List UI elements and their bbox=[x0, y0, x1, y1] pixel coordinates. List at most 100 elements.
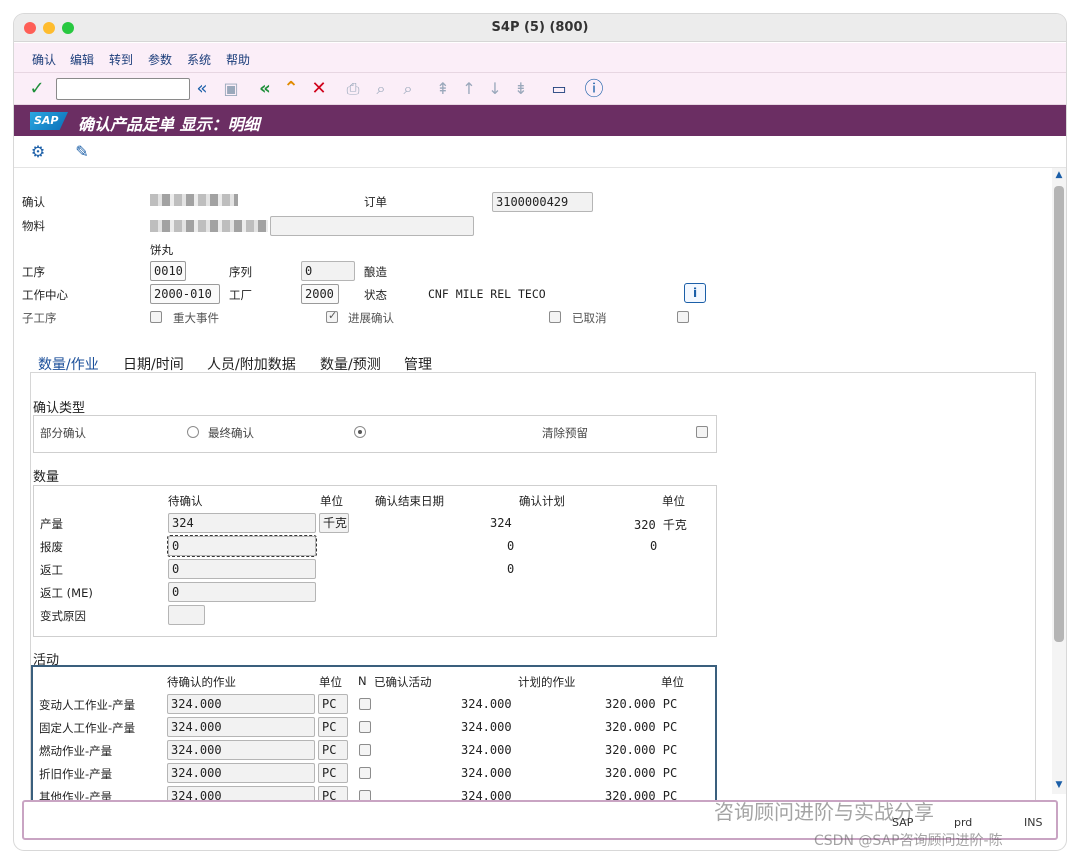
final-confirm-radio[interactable] bbox=[354, 426, 366, 438]
clear-reservation-checkbox[interactable] bbox=[696, 426, 708, 438]
work-center-label: 工作中心 bbox=[22, 288, 68, 302]
act-header-unit: 单位 bbox=[319, 675, 342, 689]
tab-personnel-data[interactable]: 人员/附加数据 bbox=[207, 354, 296, 374]
activity-label: 变动人工作业-产量 bbox=[39, 698, 136, 712]
order-field[interactable]: 3100000429 bbox=[492, 192, 593, 212]
plant-field[interactable]: 2000 bbox=[301, 284, 339, 304]
act-header-unit2: 单位 bbox=[661, 675, 684, 689]
vertical-scrollbar[interactable]: ▲ ▼ bbox=[1052, 168, 1066, 794]
new-session-icon[interactable]: ▭ bbox=[548, 78, 570, 100]
menu-help[interactable]: 帮助 bbox=[226, 51, 250, 68]
activity-label: 燃动作业-产量 bbox=[39, 744, 113, 758]
confirmation-label: 确认 bbox=[22, 195, 45, 209]
extra-checkbox[interactable] bbox=[677, 311, 689, 323]
print-icon[interactable]: ⎙ bbox=[342, 78, 364, 100]
qty-row-label: 报废 bbox=[40, 540, 63, 554]
activities-box: 待确认的作业 单位 N 已确认活动 计划的作业 单位 变动人工作业-产量 324… bbox=[31, 665, 717, 805]
save-icon[interactable]: ▣ bbox=[220, 78, 242, 100]
cancelled-checkbox[interactable] bbox=[549, 311, 561, 323]
work-center-field[interactable]: 2000-010 bbox=[150, 284, 220, 304]
next-page-icon[interactable]: ↓ bbox=[484, 78, 506, 100]
sequence-field[interactable]: 0 bbox=[301, 261, 355, 281]
scrollbar-thumb[interactable] bbox=[1054, 186, 1064, 642]
progress-confirm-checkbox[interactable] bbox=[326, 309, 338, 323]
activity-2-planned: 320.000 PC bbox=[605, 720, 678, 734]
title-bar: S4P (5) (800) bbox=[14, 14, 1066, 42]
rework-me-field[interactable]: 0 bbox=[168, 582, 316, 602]
activity-3-field[interactable]: 324.000 bbox=[167, 740, 315, 760]
sequence-label: 序列 bbox=[229, 265, 252, 279]
variance-reason-field[interactable] bbox=[168, 605, 205, 625]
previous-page-icon[interactable]: ↑ bbox=[458, 78, 480, 100]
activity-1-unit[interactable]: PC bbox=[318, 694, 348, 714]
menu-confirm[interactable]: 确认 bbox=[32, 51, 56, 68]
menu-bar: 确认 编辑 转到 参数 系统 帮助 bbox=[14, 43, 1066, 73]
act-header-planned: 计划的作业 bbox=[518, 675, 576, 689]
operation-field[interactable]: 0010 bbox=[150, 261, 186, 281]
find-icon[interactable]: ⌕ bbox=[370, 78, 392, 100]
major-event-label: 重大事件 bbox=[173, 311, 219, 325]
qty-header-planned: 确认计划 bbox=[519, 494, 565, 508]
command-history-icon[interactable]: « bbox=[192, 78, 212, 100]
last-page-icon[interactable]: ⇟ bbox=[510, 78, 532, 100]
qty-row-label: 返工 (ME) bbox=[40, 586, 93, 600]
yield-unit-field[interactable]: 千克 bbox=[319, 513, 349, 533]
rework-confirmed-value: 0 bbox=[507, 562, 515, 576]
activity-2-field[interactable]: 324.000 bbox=[167, 717, 315, 737]
major-event-checkbox[interactable] bbox=[150, 311, 162, 323]
final-confirm-label: 最终确认 bbox=[208, 426, 254, 440]
confirm-type-box: 部分确认 最终确认 清除预留 bbox=[33, 415, 717, 453]
activity-4-unit[interactable]: PC bbox=[318, 763, 348, 783]
activity-4-confirmed: 324.000 bbox=[461, 766, 512, 780]
scroll-up-icon[interactable]: ▲ bbox=[1054, 170, 1064, 180]
activity-2-unit[interactable]: PC bbox=[318, 717, 348, 737]
activity-4-field[interactable]: 324.000 bbox=[167, 763, 315, 783]
act-header-confirmed: 已确认活动 bbox=[374, 675, 432, 689]
find-next-icon[interactable]: ⌕ bbox=[396, 78, 420, 100]
activity-1-field[interactable]: 324.000 bbox=[167, 694, 315, 714]
edit-document-icon[interactable]: ✎ bbox=[72, 142, 92, 162]
activity-1-no-remaining-checkbox[interactable] bbox=[359, 698, 371, 710]
activity-label: 折旧作业-产量 bbox=[39, 767, 113, 781]
quantity-box: 待确认 单位 确认结束日期 确认计划 单位 产量 324 千克 324 320 … bbox=[33, 485, 717, 637]
activity-1-confirmed: 324.000 bbox=[461, 697, 512, 711]
qty-row-label: 变式原因 bbox=[40, 609, 86, 623]
act-header-n: N bbox=[358, 674, 367, 688]
tab-quantity-forecast[interactable]: 数量/预测 bbox=[320, 354, 381, 374]
material-label: 物料 bbox=[22, 219, 45, 233]
activity-4-no-remaining-checkbox[interactable] bbox=[359, 767, 371, 779]
activity-1-planned: 320.000 PC bbox=[605, 697, 678, 711]
first-page-icon[interactable]: ⇞ bbox=[432, 78, 454, 100]
qty-row-label: 返工 bbox=[40, 563, 63, 577]
yield-field[interactable]: 324 bbox=[168, 513, 316, 533]
partial-confirm-radio[interactable] bbox=[187, 426, 199, 438]
status-value: CNF MILE REL TECO bbox=[428, 287, 546, 301]
status-info-icon[interactable]: i bbox=[684, 283, 706, 303]
help-icon[interactable]: ⓘ bbox=[582, 78, 606, 100]
tab-admin[interactable]: 管理 bbox=[404, 354, 432, 374]
enter-check-icon[interactable]: ✓ bbox=[26, 78, 48, 100]
menu-edit[interactable]: 编辑 bbox=[70, 51, 94, 68]
yield-confirmed-value: 324 bbox=[490, 516, 512, 530]
back-icon[interactable]: « bbox=[254, 78, 276, 100]
goods-movement-icon[interactable]: ⚙ bbox=[28, 142, 48, 162]
qty-header-to-confirm: 待确认 bbox=[168, 494, 203, 508]
activity-3-no-remaining-checkbox[interactable] bbox=[359, 744, 371, 756]
menu-settings[interactable]: 参数 bbox=[148, 51, 172, 68]
sap-logo: SAP bbox=[30, 112, 68, 130]
scrap-field[interactable]: 0 bbox=[167, 535, 317, 557]
cancel-icon[interactable]: ✕ bbox=[308, 78, 330, 100]
activity-3-unit[interactable]: PC bbox=[318, 740, 348, 760]
rework-field[interactable]: 0 bbox=[168, 559, 316, 579]
operation-label: 工序 bbox=[22, 265, 45, 279]
activity-3-confirmed: 324.000 bbox=[461, 743, 512, 757]
command-field[interactable] bbox=[56, 78, 190, 100]
menu-system[interactable]: 系统 bbox=[187, 51, 211, 68]
page-title: 确认产品定单 显示：明细 bbox=[78, 115, 260, 134]
activity-2-no-remaining-checkbox[interactable] bbox=[359, 721, 371, 733]
menu-goto[interactable]: 转到 bbox=[109, 51, 133, 68]
tab-date-time[interactable]: 日期/时间 bbox=[123, 354, 184, 374]
exit-icon[interactable]: ⌃ bbox=[280, 78, 302, 100]
scroll-down-icon[interactable]: ▼ bbox=[1054, 780, 1064, 790]
material-field[interactable] bbox=[270, 216, 474, 236]
